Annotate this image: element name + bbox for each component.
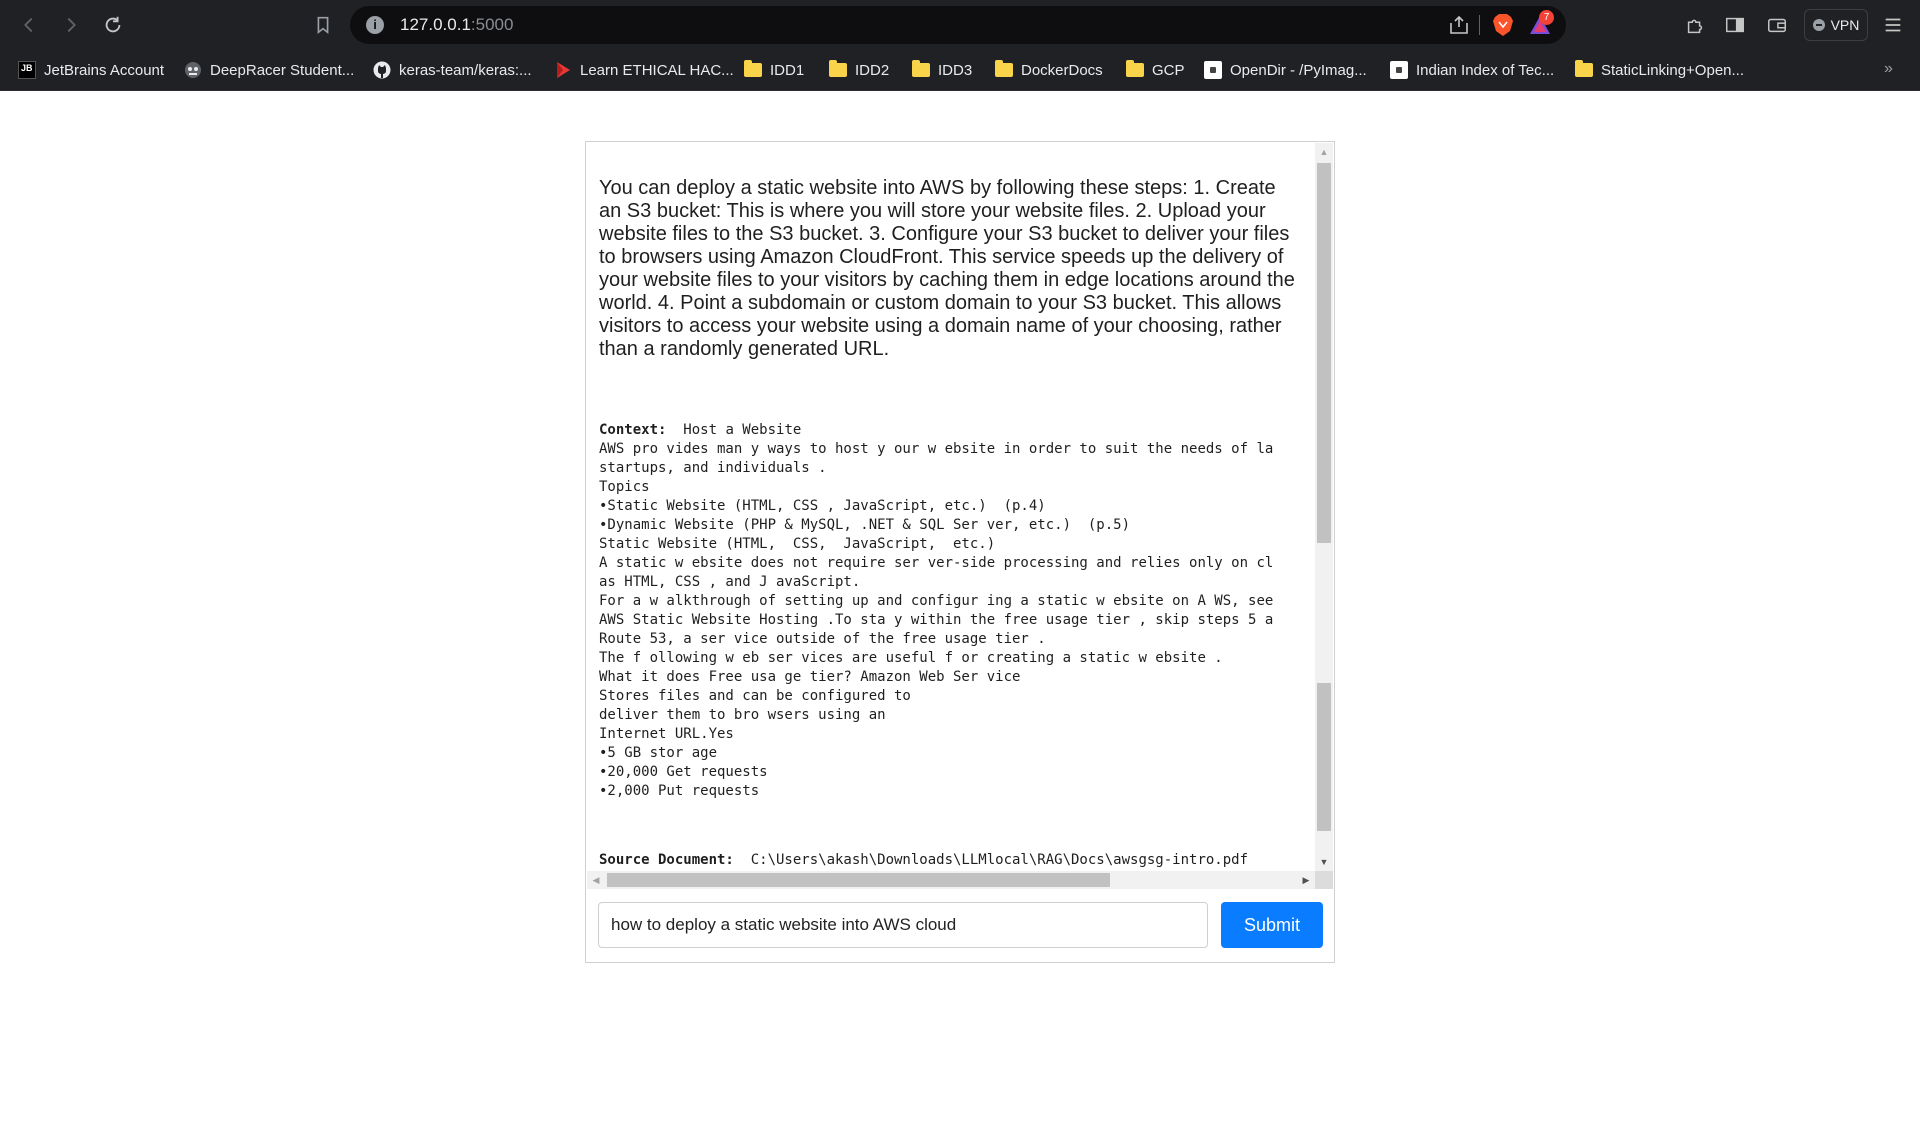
source-path: C:\Users\akash\Downloads\LLMlocal\RAG\Do… — [733, 852, 1249, 868]
bookmark-idd2[interactable]: IDD2 — [829, 58, 889, 82]
jetbrains-icon: JB — [18, 61, 36, 79]
submit-button[interactable]: Submit — [1221, 902, 1323, 948]
bookmark-jetbrains[interactable]: JB JetBrains Account — [18, 58, 164, 82]
vpn-icon — [1812, 19, 1825, 31]
vpn-label: VPN — [1830, 17, 1860, 33]
reload-icon[interactable] — [100, 12, 126, 38]
context-heading: Host a Website — [666, 422, 802, 438]
deepracer-icon — [185, 62, 201, 78]
folder-icon — [1126, 60, 1144, 77]
response-viewport: You can deploy a static website into AWS… — [587, 143, 1315, 871]
folder-icon — [995, 60, 1013, 77]
browser-toolbar: i 127.0.0.1:5000 7 VPN — [0, 0, 1920, 50]
extensions-icon[interactable] — [1682, 12, 1708, 38]
bookmark-label: IDD2 — [855, 61, 890, 79]
bookmark-dockerdocs[interactable]: DockerDocs — [995, 58, 1103, 82]
bookmark-label: DockerDocs — [1021, 61, 1103, 79]
github-icon — [373, 61, 391, 79]
bookmark-label: DeepRacer Student... — [210, 61, 355, 79]
context-label: Context: — [599, 422, 667, 438]
page-icon — [1204, 61, 1222, 79]
query-input[interactable] — [598, 902, 1208, 948]
url-text[interactable]: 127.0.0.1:5000 — [400, 15, 513, 35]
bookmarks-bar: JB JetBrains Account DeepRacer Student..… — [0, 50, 1920, 91]
bookmark-idd3[interactable]: IDD3 — [912, 58, 972, 82]
bookmark-opendir[interactable]: OpenDir - /PyImag... — [1204, 58, 1367, 82]
context-block: Context: Host a Website AWS pro vides ma… — [599, 421, 1315, 801]
folder-icon — [829, 60, 847, 77]
answer-text: You can deploy a static website into AWS… — [599, 177, 1295, 360]
bookmark-idd1[interactable]: IDD1 — [744, 58, 804, 82]
bookmark-label: StaticLinking+Open... — [1601, 61, 1745, 79]
folder-icon — [912, 60, 930, 77]
scroll-up-icon[interactable]: ▲ — [1315, 143, 1333, 161]
share-icon[interactable] — [1448, 15, 1470, 35]
source-line: Source Document: C:\Users\akash\Download… — [599, 851, 1248, 870]
bookmark-label: GCP — [1152, 61, 1185, 79]
source-label: Source Document: — [599, 852, 734, 868]
bookmark-deepracer[interactable]: DeepRacer Student... — [184, 58, 354, 82]
bookmark-keras[interactable]: keras-team/keras:... — [373, 58, 532, 82]
flag-icon — [557, 62, 570, 78]
url-host: 127.0.0.1 — [400, 15, 471, 34]
chat-panel: You can deploy a static website into AWS… — [585, 141, 1335, 963]
address-bar-divider — [1479, 15, 1480, 35]
vpn-button[interactable]: VPN — [1804, 9, 1868, 41]
back-icon[interactable] — [16, 12, 42, 38]
bookmark-staticlinking[interactable]: StaticLinking+Open... — [1575, 58, 1744, 82]
scroll-down-icon[interactable]: ▼ — [1315, 853, 1333, 871]
site-info-icon[interactable]: i — [366, 16, 384, 34]
wallet-icon[interactable] — [1764, 12, 1790, 38]
bookmark-gcp[interactable]: GCP — [1126, 58, 1185, 82]
bookmark-label: JetBrains Account — [44, 61, 165, 79]
folder-icon — [744, 60, 762, 77]
bookmark-indian-index[interactable]: Indian Index of Tec... — [1390, 58, 1554, 82]
more-bookmarks-icon[interactable]: » — [1884, 60, 1893, 78]
rewards-badge: 7 — [1539, 10, 1554, 25]
menu-icon[interactable] — [1880, 12, 1906, 38]
scrollbar-thumb[interactable] — [1317, 163, 1331, 543]
bookmark-label: Indian Index of Tec... — [1416, 61, 1555, 79]
horizontal-scrollbar-thumb[interactable] — [607, 873, 1110, 887]
context-text: AWS pro vides man y ways to host y our w… — [599, 441, 1274, 799]
bookmark-icon[interactable] — [310, 12, 336, 38]
address-bar[interactable]: i 127.0.0.1:5000 7 — [350, 6, 1566, 44]
response-area[interactable]: You can deploy a static website into AWS… — [587, 143, 1333, 889]
sidebar-icon[interactable] — [1722, 12, 1748, 38]
scrollbar-thumb[interactable] — [1317, 683, 1331, 831]
forward-icon[interactable] — [58, 12, 84, 38]
bookmark-ethical-hacking[interactable]: Learn ETHICAL HAC... — [554, 58, 734, 82]
vertical-scrollbar[interactable]: ▲ ▼ — [1315, 143, 1333, 871]
bookmark-label: IDD1 — [770, 61, 805, 79]
scrollbar-corner — [1315, 871, 1333, 889]
bookmark-label: IDD3 — [938, 61, 973, 79]
bookmark-label: keras-team/keras:... — [399, 61, 532, 79]
folder-icon — [1575, 60, 1593, 77]
bookmark-label: OpenDir - /PyImag... — [1230, 61, 1367, 79]
scroll-right-icon[interactable]: ▶ — [1297, 871, 1315, 889]
bookmark-label: Learn ETHICAL HAC... — [580, 61, 734, 79]
horizontal-scrollbar[interactable]: ◀ ▶ — [587, 871, 1315, 889]
scroll-left-icon[interactable]: ◀ — [587, 871, 605, 889]
brave-shields-icon[interactable] — [1492, 13, 1514, 37]
url-port: :5000 — [470, 15, 514, 34]
page-icon — [1390, 61, 1408, 79]
